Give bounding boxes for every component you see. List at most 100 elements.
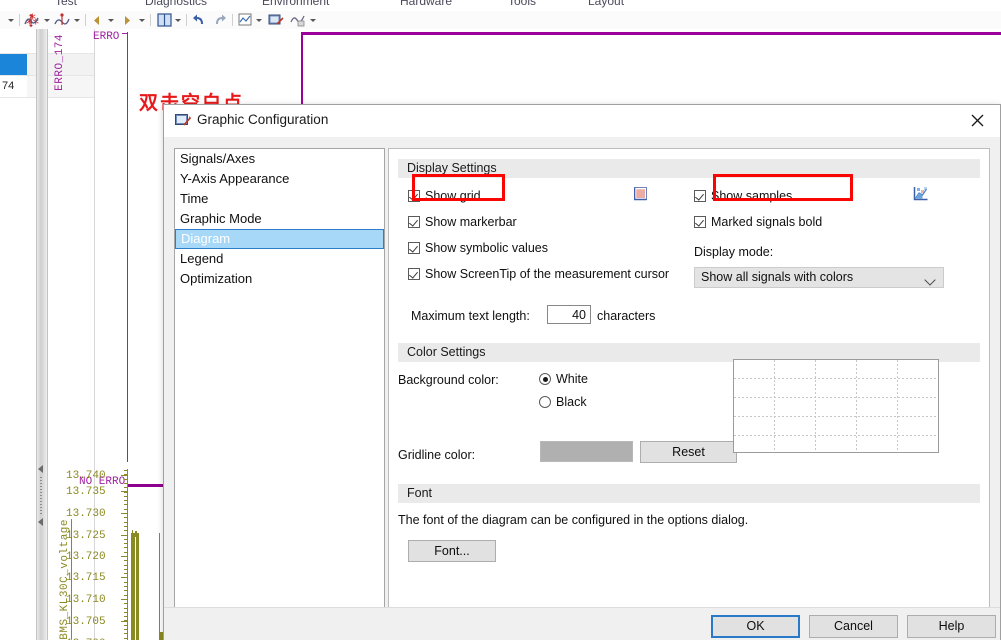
toolbar-dropdown-caret-1[interactable]: [44, 19, 50, 22]
toolbar-separator-4: [232, 14, 233, 26]
dialog-titlebar[interactable]: Graphic Configuration: [164, 105, 1000, 137]
axis-minor-tick: [124, 590, 128, 591]
axis-minor-tick: [124, 509, 128, 510]
checkbox-indicator: [408, 268, 420, 280]
graphic-config-icon[interactable]: [268, 13, 284, 27]
axis-minor-tick: [124, 517, 128, 518]
axis-minor-tick: [124, 560, 128, 561]
menu-item-tools[interactable]: Tools: [508, 0, 536, 8]
nav-item-diagram[interactable]: Diagram: [175, 229, 384, 249]
scroll-grip-dots: [40, 477, 42, 515]
toolbar-dropdown-caret-5[interactable]: [175, 19, 181, 22]
grid-preview: [733, 359, 939, 453]
signal-edit-icon[interactable]: [290, 13, 306, 27]
axis-minor-tick: [124, 530, 128, 531]
toolbar-separator-3: [186, 14, 187, 26]
undo-icon[interactable]: [192, 13, 207, 27]
gridline-color-label: Gridline color:: [398, 448, 476, 462]
vertical-scroll-strip[interactable]: [36, 29, 48, 640]
checkbox-show-screentip[interactable]: Show ScreenTip of the measurement cursor: [408, 267, 669, 281]
toolbar-separator-1: [85, 14, 86, 26]
nav-item-time[interactable]: Time: [175, 189, 384, 209]
axis-minor-tick: [124, 603, 128, 604]
checkbox-label: Show grid: [425, 189, 481, 203]
axis-minor-tick: [124, 582, 128, 583]
toolbar-dropdown-caret-4[interactable]: [139, 19, 145, 22]
step-back-icon[interactable]: [92, 15, 102, 26]
axis-minor-tick: [124, 552, 128, 553]
checkbox-label: Show samples: [711, 189, 793, 203]
settings-nav-list[interactable]: Signals/Axes Y-Axis Appearance Time Grap…: [174, 148, 385, 611]
axis-minor-tick: [124, 573, 128, 574]
ok-button[interactable]: OK: [711, 615, 800, 638]
toolbar-dropdown-caret-7[interactable]: [310, 19, 316, 22]
redo-icon[interactable]: [212, 13, 227, 27]
axis-tick: [121, 621, 128, 622]
grid-preview-icon: [634, 187, 647, 201]
signal-name-vertical-label: ERRO_174: [54, 34, 66, 91]
menu-item-test[interactable]: Test: [55, 0, 77, 8]
app-menubar: Test Diagnostics Environment Hardware To…: [0, 0, 1001, 11]
y-tick-label: 13.730: [66, 508, 106, 520]
checkbox-show-symbolic-values[interactable]: Show symbolic values: [408, 241, 548, 255]
scroll-arrow-up-icon[interactable]: [38, 465, 43, 473]
graphic-configuration-icon: [175, 114, 191, 126]
checkbox-show-samples[interactable]: Show samples: [694, 189, 792, 203]
font-button[interactable]: Font...: [408, 540, 496, 562]
scroll-arrow-down-icon[interactable]: [38, 518, 43, 526]
toolbar-dropdown-caret-6[interactable]: [256, 19, 262, 22]
axis-minor-tick: [124, 569, 128, 570]
display-mode-label: Display mode:: [694, 245, 774, 259]
toolbar-dropdown-caret-3[interactable]: [108, 19, 114, 22]
axis-minor-tick: [124, 522, 128, 523]
axis-minor-tick: [124, 479, 128, 480]
y-tick-label: 13.715: [66, 572, 106, 584]
axis-tick: [121, 535, 128, 536]
checkbox-show-markerbar[interactable]: Show markerbar: [408, 215, 517, 229]
radio-label: White: [556, 372, 588, 386]
toolbar-dropdown-caret-2[interactable]: [74, 19, 80, 22]
nav-item-graphic-mode[interactable]: Graphic Mode: [175, 209, 384, 229]
radio-background-white[interactable]: White: [539, 372, 588, 386]
max-text-length-input[interactable]: [547, 305, 591, 324]
checkbox-indicator: [408, 216, 420, 228]
window-icon[interactable]: [157, 13, 172, 27]
checkbox-show-grid[interactable]: Show grid: [408, 189, 481, 203]
nav-item-legend[interactable]: Legend: [175, 249, 384, 269]
axis-tick: [121, 475, 128, 476]
axis-minor-tick: [124, 496, 128, 497]
max-text-length-unit: characters: [597, 309, 656, 323]
toolbar-dropdown-caret-0[interactable]: [8, 19, 14, 22]
menu-item-environment[interactable]: Environment: [262, 0, 329, 8]
step-forward-icon[interactable]: [122, 15, 132, 26]
measure-icon[interactable]: [238, 13, 253, 27]
reset-button[interactable]: Reset: [640, 441, 737, 463]
display-mode-select[interactable]: Show all signals with colors: [694, 267, 944, 288]
checkbox-marked-signals-bold[interactable]: Marked signals bold: [694, 215, 822, 229]
sample-bar: [136, 535, 139, 640]
menu-item-hardware[interactable]: Hardware: [400, 0, 452, 8]
gridline-color-swatch[interactable]: [540, 441, 633, 462]
background-color-label: Background color:: [398, 373, 499, 387]
axis-minor-tick: [124, 526, 128, 527]
help-button[interactable]: Help: [907, 615, 996, 638]
axis-minor-tick: [124, 595, 128, 596]
checkbox-label: Marked signals bold: [711, 215, 823, 229]
cancel-button[interactable]: Cancel: [809, 615, 898, 638]
nav-item-y-axis-appearance[interactable]: Y-Axis Appearance: [175, 169, 384, 189]
left-signal-table: 74: [0, 29, 95, 640]
close-button[interactable]: [955, 105, 1000, 136]
graphic-configuration-dialog: Graphic Configuration Signals/Axes Y-Axi…: [163, 104, 1001, 640]
axis-tick: [121, 599, 128, 600]
waveform-cursor-icon-glyph[interactable]: [24, 13, 40, 28]
screen-root: Test Diagnostics Environment Hardware To…: [0, 0, 1001, 640]
nav-item-optimization[interactable]: Optimization: [175, 269, 384, 289]
font-section-header: Font: [398, 484, 980, 503]
y-tick-label: 13.725: [66, 530, 106, 542]
menu-item-diagnostics[interactable]: Diagnostics: [145, 0, 207, 8]
radio-background-black[interactable]: Black: [539, 395, 587, 409]
menu-item-layout[interactable]: Layout: [588, 0, 624, 8]
y-tick-label: 13.720: [66, 551, 106, 563]
nav-item-signals-axes[interactable]: Signals/Axes: [175, 149, 384, 169]
waveform-marker-icon[interactable]: [54, 13, 70, 28]
